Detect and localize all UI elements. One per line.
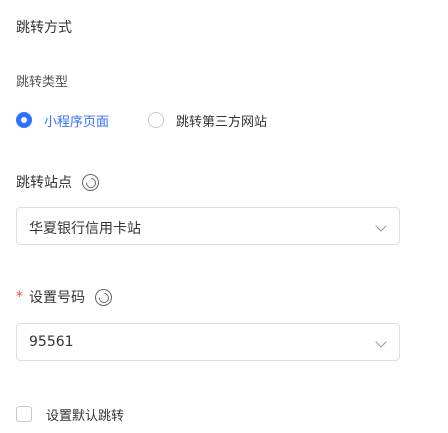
radio-mini-program-label: 小程序页面 <box>44 114 110 130</box>
phone-label-row: * 设置号码 <box>16 287 112 307</box>
phone-label: 设置号码 <box>29 290 85 306</box>
default-jump-checkbox-row[interactable]: 设置默认跳转 <box>16 404 124 424</box>
chevron-down-icon <box>375 336 387 348</box>
chevron-down-icon <box>375 220 387 232</box>
jump-type-label: 跳转类型 <box>16 75 69 90</box>
phone-select[interactable]: 95561 <box>16 323 400 361</box>
default-jump-checkbox[interactable] <box>16 406 32 422</box>
section-title: 跳转方式 <box>16 20 72 36</box>
jump-type-radio-group: 小程序页面 跳转第三方网站 <box>16 109 436 131</box>
target-site-select[interactable]: 华夏银行信用卡站 <box>16 207 400 245</box>
radio-unchecked-icon[interactable] <box>148 112 164 128</box>
radio-third-party-site[interactable]: 跳转第三方网站 <box>148 109 267 131</box>
default-jump-label: 设置默认跳转 <box>46 408 125 424</box>
radio-third-party-site-label: 跳转第三方网站 <box>176 114 268 130</box>
required-asterisk: * <box>16 289 23 305</box>
target-site-label: 跳转站点 <box>16 175 72 191</box>
help-circle-icon[interactable] <box>95 288 112 306</box>
radio-checked-icon[interactable] <box>16 112 32 128</box>
target-site-select-value: 华夏银行信用卡站 <box>29 221 141 237</box>
phone-select-value: 95561 <box>29 334 74 350</box>
help-circle-icon[interactable] <box>82 173 99 191</box>
radio-mini-program[interactable]: 小程序页面 <box>16 109 109 131</box>
target-site-label-row: 跳转站点 <box>16 172 99 192</box>
